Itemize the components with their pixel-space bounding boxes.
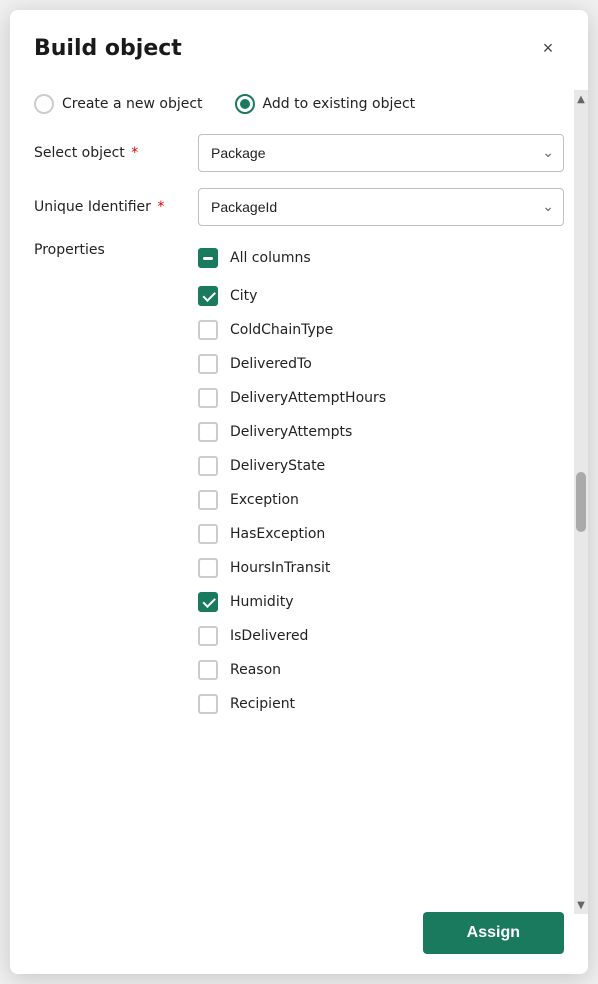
all-columns-label: All columns [230, 250, 311, 266]
city-label: City [230, 288, 257, 304]
list-item[interactable]: IsDelivered [198, 620, 564, 652]
list-item[interactable]: DeliveryAttemptHours [198, 382, 564, 414]
radio-add-existing-label: Add to existing object [263, 96, 416, 112]
unique-identifier-label: Unique Identifier * [34, 199, 182, 215]
list-item[interactable]: DeliveryAttempts [198, 416, 564, 448]
scrollbar[interactable]: ▲ ▼ [574, 90, 588, 914]
dialog-title: Build object [34, 36, 182, 61]
all-columns-item[interactable]: All columns [198, 242, 564, 274]
scroll-thumb[interactable] [576, 472, 586, 532]
list-item[interactable]: DeliveredTo [198, 348, 564, 380]
list-item[interactable]: Exception [198, 484, 564, 516]
select-object-required: * [127, 145, 138, 161]
list-item[interactable]: HoursInTransit [198, 552, 564, 584]
select-object-wrapper: Package ⌄ [198, 134, 564, 172]
all-columns-checkbox[interactable] [198, 248, 218, 268]
properties-section: Properties All columns City ColdChainTyp… [34, 242, 564, 720]
radio-create-new[interactable]: Create a new object [34, 94, 203, 114]
unique-identifier-required: * [153, 199, 164, 215]
hoursintransit-checkbox[interactable] [198, 558, 218, 578]
close-icon: × [543, 38, 554, 59]
coldchaintype-checkbox[interactable] [198, 320, 218, 340]
select-object-dropdown[interactable]: Package [198, 134, 564, 172]
radio-add-existing-circle [235, 94, 255, 114]
close-button[interactable]: × [532, 32, 564, 64]
humidity-label: Humidity [230, 594, 293, 610]
list-item[interactable]: HasException [198, 518, 564, 550]
isdelivered-label: IsDelivered [230, 628, 308, 644]
properties-list: All columns City ColdChainType Delivered… [198, 242, 564, 720]
scroll-down-arrow[interactable]: ▼ [574, 898, 588, 912]
radio-create-new-circle [34, 94, 54, 114]
deliveredto-label: DeliveredTo [230, 356, 312, 372]
recipient-checkbox[interactable] [198, 694, 218, 714]
city-checkbox[interactable] [198, 286, 218, 306]
list-item[interactable]: Recipient [198, 688, 564, 720]
radio-group: Create a new object Add to existing obje… [34, 78, 564, 134]
build-object-dialog: Build object × ▲ ▼ Create a new object A… [10, 10, 588, 974]
deliverystate-checkbox[interactable] [198, 456, 218, 476]
hoursintransit-label: HoursInTransit [230, 560, 330, 576]
reason-checkbox[interactable] [198, 660, 218, 680]
dialog-header: Build object × [10, 10, 588, 78]
radio-create-new-label: Create a new object [62, 96, 203, 112]
list-item[interactable]: City [198, 280, 564, 312]
isdelivered-checkbox[interactable] [198, 626, 218, 646]
hasexception-label: HasException [230, 526, 325, 542]
hasexception-checkbox[interactable] [198, 524, 218, 544]
select-object-row: Select object * Package ⌄ [34, 134, 564, 172]
list-item[interactable]: DeliveryState [198, 450, 564, 482]
radio-add-existing[interactable]: Add to existing object [235, 94, 416, 114]
list-item[interactable]: Humidity [198, 586, 564, 618]
humidity-checkbox[interactable] [198, 592, 218, 612]
dialog-body: Create a new object Add to existing obje… [10, 78, 588, 898]
exception-checkbox[interactable] [198, 490, 218, 510]
scroll-up-arrow[interactable]: ▲ [574, 92, 588, 106]
unique-identifier-dropdown[interactable]: PackageId [198, 188, 564, 226]
select-object-label: Select object * [34, 145, 182, 161]
unique-identifier-row: Unique Identifier * PackageId ⌄ [34, 188, 564, 226]
deliveryattempts-checkbox[interactable] [198, 422, 218, 442]
recipient-label: Recipient [230, 696, 295, 712]
deliveryattempts-label: DeliveryAttempts [230, 424, 352, 440]
assign-button[interactable]: Assign [423, 912, 564, 954]
list-item[interactable]: Reason [198, 654, 564, 686]
deliveredto-checkbox[interactable] [198, 354, 218, 374]
exception-label: Exception [230, 492, 299, 508]
coldchaintype-label: ColdChainType [230, 322, 333, 338]
unique-identifier-wrapper: PackageId ⌄ [198, 188, 564, 226]
reason-label: Reason [230, 662, 281, 678]
deliveryattempthours-label: DeliveryAttemptHours [230, 390, 386, 406]
list-item[interactable]: ColdChainType [198, 314, 564, 346]
deliveryattempthours-checkbox[interactable] [198, 388, 218, 408]
deliverystate-label: DeliveryState [230, 458, 325, 474]
dialog-footer: Assign [10, 898, 588, 974]
properties-label: Properties [34, 242, 182, 258]
